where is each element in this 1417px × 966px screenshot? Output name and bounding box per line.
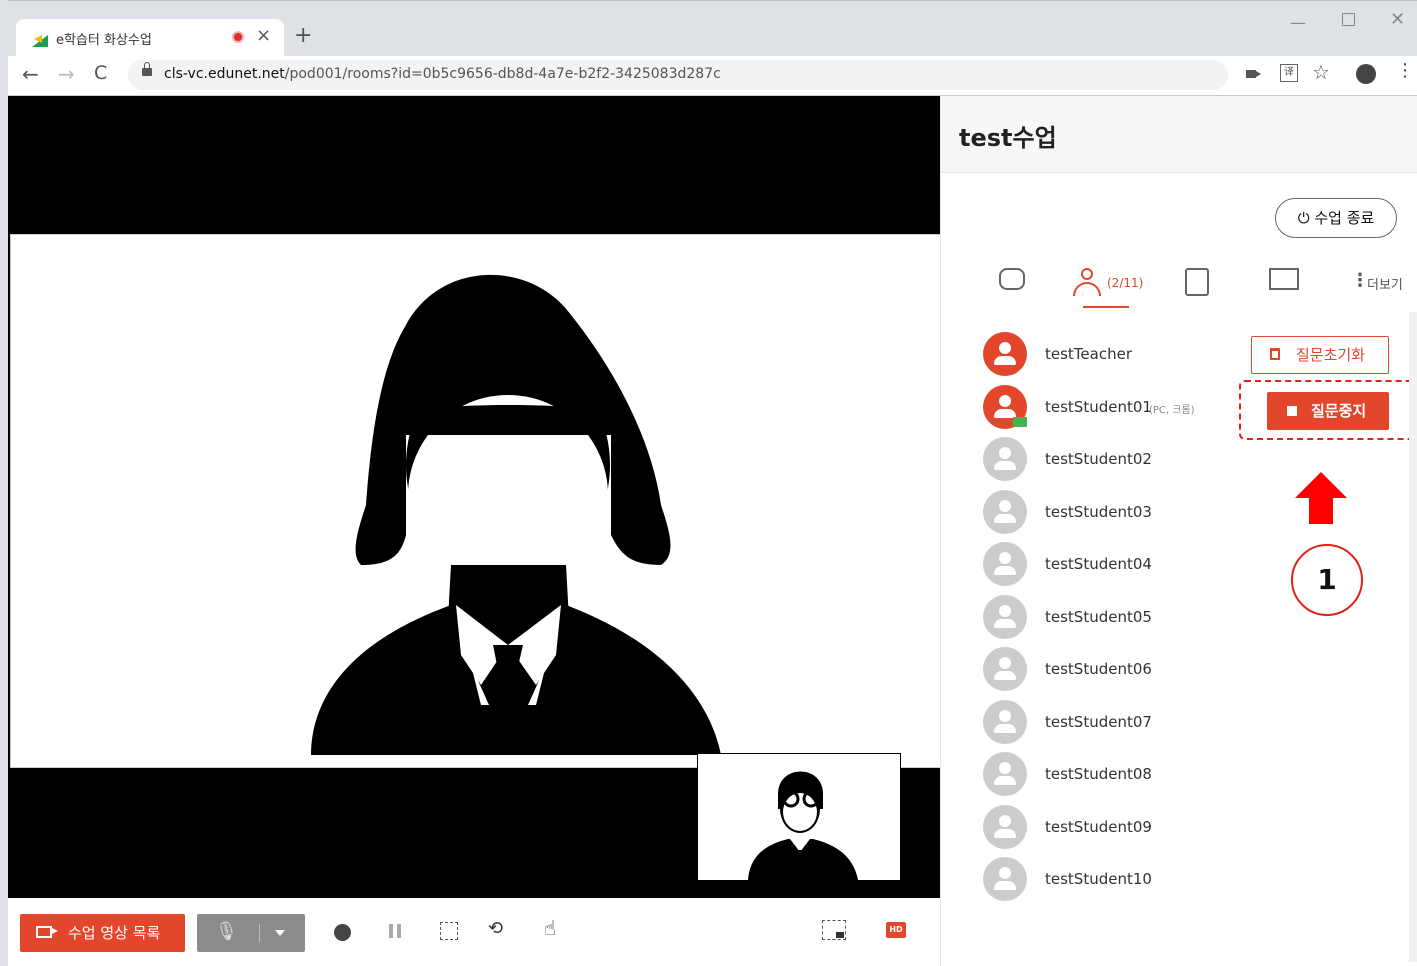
reset-questions-label: 질문초기화 [1296,346,1366,364]
new-tab-button[interactable]: + [294,23,312,48]
end-class-button[interactable]: ⏻ 수업 종료 [1275,198,1397,238]
maximize-icon[interactable] [1342,13,1355,26]
translate-icon[interactable]: 译 [1280,64,1298,82]
participant-name: testStudent10 [1045,870,1152,888]
browser-tabstrip: e학습터 화상수업 × + — ✕ [0,0,1417,57]
reload-icon[interactable]: C [94,62,107,84]
user-avatar-icon [983,804,1027,849]
user-avatar-icon [983,699,1027,744]
annotation-step-number: 1 [1291,544,1363,616]
user-avatar-icon [983,594,1027,639]
stop-icon [1287,406,1297,416]
participant-name: testStudent01 [1045,397,1152,416]
participant-name: testStudent06 [1045,660,1152,678]
lock-icon [142,62,152,76]
trash-icon [1270,348,1280,360]
back-arrow-icon[interactable]: ← [22,62,39,86]
favicon-icon [32,35,48,47]
participant-name: testTeacher [1045,345,1132,363]
participant-name: testStudent07 [1045,712,1152,731]
address-bar[interactable]: cls-vc.edunet.net/pod001/rooms?id=0b5c96… [128,60,1228,90]
video-camera-icon [36,926,58,938]
participant-name: testStudent02 [1045,450,1152,468]
hd-button[interactable]: HD [886,922,906,938]
panel-header: test수업 [941,96,1417,173]
chevron-down-icon[interactable] [275,930,285,936]
mic-muted-icon[interactable]: 🎙 [215,921,238,942]
participant-row[interactable]: testStudent08 [983,752,1403,798]
forward-arrow-icon[interactable]: → [58,62,75,86]
camera-in-use-icon[interactable] [1246,70,1261,78]
participant-device: (PC, 크롬) [1149,404,1195,416]
url-text: cls-vc.edunet.net/pod001/rooms?id=0b5c96… [164,66,721,82]
reset-questions-button[interactable]: 질문초기화 [1251,336,1389,374]
participant-row[interactable]: testStudent09 [983,804,1403,851]
bookmark-star-icon[interactable]: ☆ [1312,60,1330,84]
pip-layout-icon[interactable] [822,920,846,940]
class-video-list-label: 수업 영상 목록 [68,924,161,942]
tab-title: e학습터 화상수업 [56,33,152,48]
student-avatar-icon [748,771,858,880]
participant-name: testStudent08 [1045,765,1152,783]
profile-icon[interactable] [1356,64,1376,84]
raise-hand-icon[interactable]: ☝ [544,916,556,940]
participant-name: testStudent09 [1045,817,1152,836]
record-button[interactable] [334,924,351,941]
browser-toolbar: ← → C cls-vc.edunet.net/pod001/rooms?id=… [0,56,1417,96]
participant-name: testStudent04 [1045,555,1152,573]
female-avatar-silhouette-icon [311,274,721,755]
rotate-icon[interactable]: ⟲ [488,918,503,939]
participant-name: testStudent05 [1045,607,1152,626]
user-avatar-icon [983,437,1027,481]
camera-on-badge-icon [1013,416,1027,427]
url-host: cls-vc.edunet.net [164,66,285,82]
minimize-icon[interactable]: — [1290,13,1306,32]
browser-tab[interactable]: e학습터 화상수업 × [16,19,284,57]
participants-count[interactable]: (2/11) [1107,276,1143,290]
mic-control-group[interactable]: 🎙 [197,914,305,952]
right-side-panel: test수업 ⏻ 수업 종료 (2/11) ⋮ 더보기 testTeacher t… [940,96,1417,966]
user-avatar-icon [983,489,1027,534]
window-border [0,0,8,966]
whiteboard-tab-icon[interactable] [1269,268,1299,290]
url-path: /pod001/rooms?id=0b5c9656-db8d-4a7e-b2f2… [284,66,721,82]
user-avatar-icon [983,384,1027,429]
chat-tab-icon[interactable] [999,268,1025,290]
main-video [8,96,942,898]
class-video-list-button[interactable]: 수업 영상 목록 [20,914,185,952]
mic-divider [259,924,260,942]
recording-indicator-icon [232,31,244,43]
participant-row[interactable]: testStudent07 [983,699,1403,746]
more-tab-label[interactable]: 더보기 [1367,274,1403,293]
scrollbar[interactable] [1409,312,1417,962]
window-close-icon[interactable]: ✕ [1390,9,1405,30]
student-video-pip[interactable] [697,753,901,881]
user-avatar-icon [983,647,1027,691]
user-avatar-icon [983,857,1027,901]
pause-button[interactable] [389,924,401,938]
stop-questions-label: 질문중지 [1311,402,1367,420]
browser-menu-icon[interactable]: ⋮ [1396,60,1414,81]
user-avatar-icon [983,542,1027,586]
quiz-tab-icon[interactable] [1185,268,1209,296]
user-avatar-icon [983,332,1027,376]
participant-row[interactable]: testStudent06 [983,647,1403,693]
tab-close-icon[interactable]: × [256,25,271,46]
teacher-video-frame [10,234,942,881]
active-tab-indicator [1083,306,1129,308]
bottom-control-bar: 수업 영상 목록 🎙 ⟲ ☝ HD [8,898,940,966]
annotation-arrow-shaft [1309,494,1333,524]
user-avatar-icon [983,752,1027,796]
participant-name: testStudent03 [1045,502,1152,521]
stop-questions-button[interactable]: 질문중지 [1267,392,1389,430]
screen-capture-icon[interactable] [440,922,458,940]
participant-row[interactable]: testStudent10 [983,857,1403,903]
room-title: test수업 [959,124,1057,152]
